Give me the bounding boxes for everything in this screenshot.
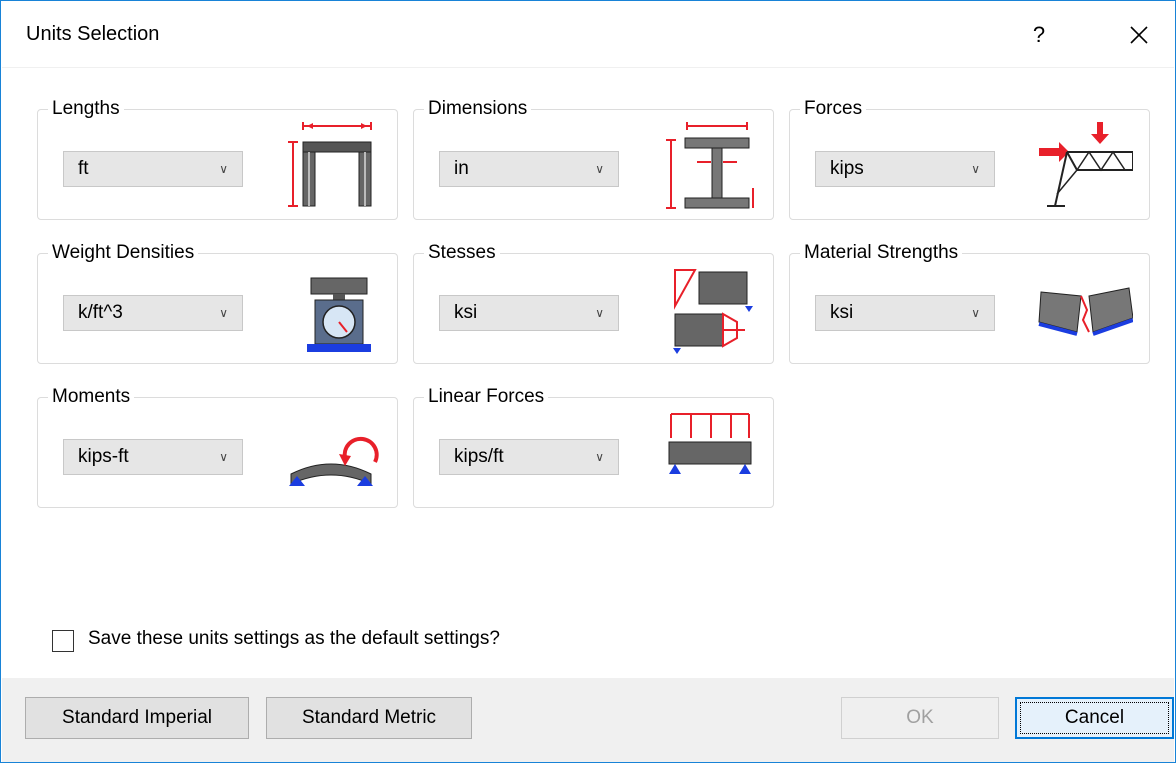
lengths-frame-icon [288,122,372,207]
weight-densities-select[interactable]: k/ft^3 ∨ [63,295,243,331]
chevron-down-icon: ∨ [219,162,228,176]
group-stresses: Stesses ksi ∨ [413,241,774,364]
group-dimensions: Dimensions in ∨ [413,97,774,220]
moment-beam-icon [289,436,379,486]
weight-scale-icon [307,277,371,352]
chevron-down-icon: ∨ [219,306,228,320]
chevron-down-icon: ∨ [595,162,604,176]
group-label: Forces [800,97,867,121]
material-strengths-select[interactable]: ksi ∨ [815,295,995,331]
close-button[interactable] [1119,17,1159,53]
group-linear-forces: Linear Forces kips/ft ∨ [413,385,774,508]
close-icon [1130,26,1148,44]
group-label: Material Strengths [800,241,963,265]
title-bar[interactable]: Units Selection ? [1,1,1175,67]
material-fracture-icon [1038,287,1133,336]
help-button[interactable]: ? [1019,17,1059,53]
moments-select[interactable]: kips-ft ∨ [63,439,243,475]
group-label: Weight Densities [48,241,199,265]
dialog-body: Lengths ft ∨ Dimensions in ∨ Forces kips… [2,67,1174,677]
standard-imperial-button[interactable]: Standard Imperial [25,697,249,739]
group-material-strengths: Material Strengths ksi ∨ [789,241,1150,364]
units-selection-dialog: Units Selection ? Lengths ft ∨ Dimension… [0,0,1176,763]
select-value: kips/ft [454,446,504,467]
stresses-block-icon [673,269,753,354]
save-default-label[interactable]: Save these units settings as the default… [88,628,500,650]
forces-truss-icon [1039,122,1133,207]
select-value: ksi [830,302,854,323]
group-weight-densities: Weight Densities k/ft^3 ∨ [37,241,398,364]
linear-forces-select[interactable]: kips/ft ∨ [439,439,619,475]
group-moments: Moments kips-ft ∨ [37,385,398,508]
dimensions-ibeam-icon [666,122,754,209]
lengths-select[interactable]: ft ∨ [63,151,243,187]
dialog-footer: Standard Imperial Standard Metric OK Can… [2,678,1174,762]
group-label: Moments [48,385,135,409]
ok-button[interactable]: OK [841,697,999,739]
linear-load-beam-icon [668,413,752,474]
chevron-down-icon: ∨ [971,162,980,176]
standard-metric-button[interactable]: Standard Metric [266,697,472,739]
group-label: Stesses [424,241,500,265]
stresses-select[interactable]: ksi ∨ [439,295,619,331]
select-value: kips [830,158,864,179]
group-label: Linear Forces [424,385,549,409]
group-forces: Forces kips ∨ [789,97,1150,220]
select-value: kips-ft [78,446,129,467]
chevron-down-icon: ∨ [971,306,980,320]
cancel-button[interactable]: Cancel [1015,697,1174,739]
group-lengths: Lengths ft ∨ [37,97,398,220]
chevron-down-icon: ∨ [595,450,604,464]
group-label: Lengths [48,97,124,121]
group-label: Dimensions [424,97,532,121]
select-value: k/ft^3 [78,302,123,323]
select-value: ksi [454,302,478,323]
select-value: in [454,158,469,179]
select-value: ft [78,158,89,179]
focus-rect [1020,702,1169,734]
dimensions-select[interactable]: in ∨ [439,151,619,187]
dialog-title: Units Selection [26,23,160,45]
chevron-down-icon: ∨ [219,450,228,464]
save-default-checkbox[interactable] [52,630,74,652]
chevron-down-icon: ∨ [595,306,604,320]
forces-select[interactable]: kips ∨ [815,151,995,187]
